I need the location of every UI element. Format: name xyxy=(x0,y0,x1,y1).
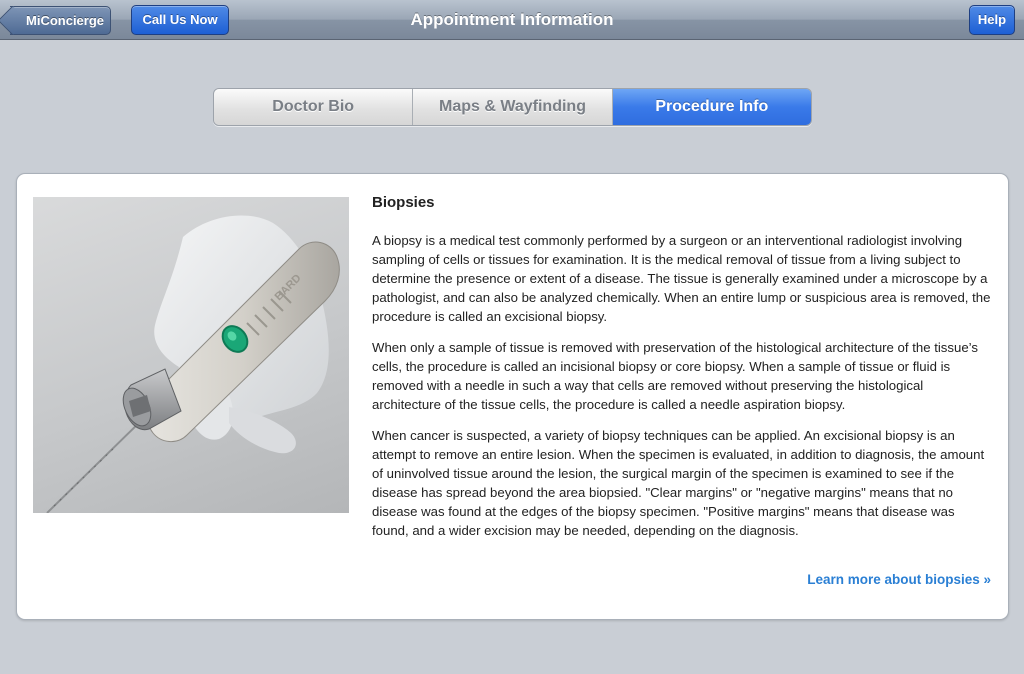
article-paragraph: When cancer is suspected, a variety of b… xyxy=(372,428,985,538)
navigation-bar: MiConcierge Call Us Now Appointment Info… xyxy=(0,0,1024,40)
biopsy-device-photo: BARD xyxy=(33,197,349,513)
article-heading: Biopsies xyxy=(372,194,435,211)
article-paragraph: A biopsy is a medical test commonly perf… xyxy=(372,233,991,324)
tab-procedure-info[interactable]: Procedure Info xyxy=(612,89,811,125)
tab-segmented-control: Doctor Bio Maps & Wayfinding Procedure I… xyxy=(213,88,812,126)
learn-more-link[interactable]: Learn more about biopsies » xyxy=(807,572,991,587)
tab-maps-wayfinding[interactable]: Maps & Wayfinding xyxy=(413,89,613,125)
tab-doctor-bio[interactable]: Doctor Bio xyxy=(214,89,414,125)
help-button[interactable]: Help xyxy=(969,5,1015,35)
page-title: Appointment Information xyxy=(410,10,614,29)
procedure-card: BARD Biopsies A biopsy is a medical test… xyxy=(16,173,1009,620)
biopsy-device-illustration: BARD xyxy=(46,215,340,513)
article-paragraph: When only a sample of tissue is removed … xyxy=(372,340,978,412)
article-content: Biopsies A biopsy is a medical test comm… xyxy=(372,193,994,552)
